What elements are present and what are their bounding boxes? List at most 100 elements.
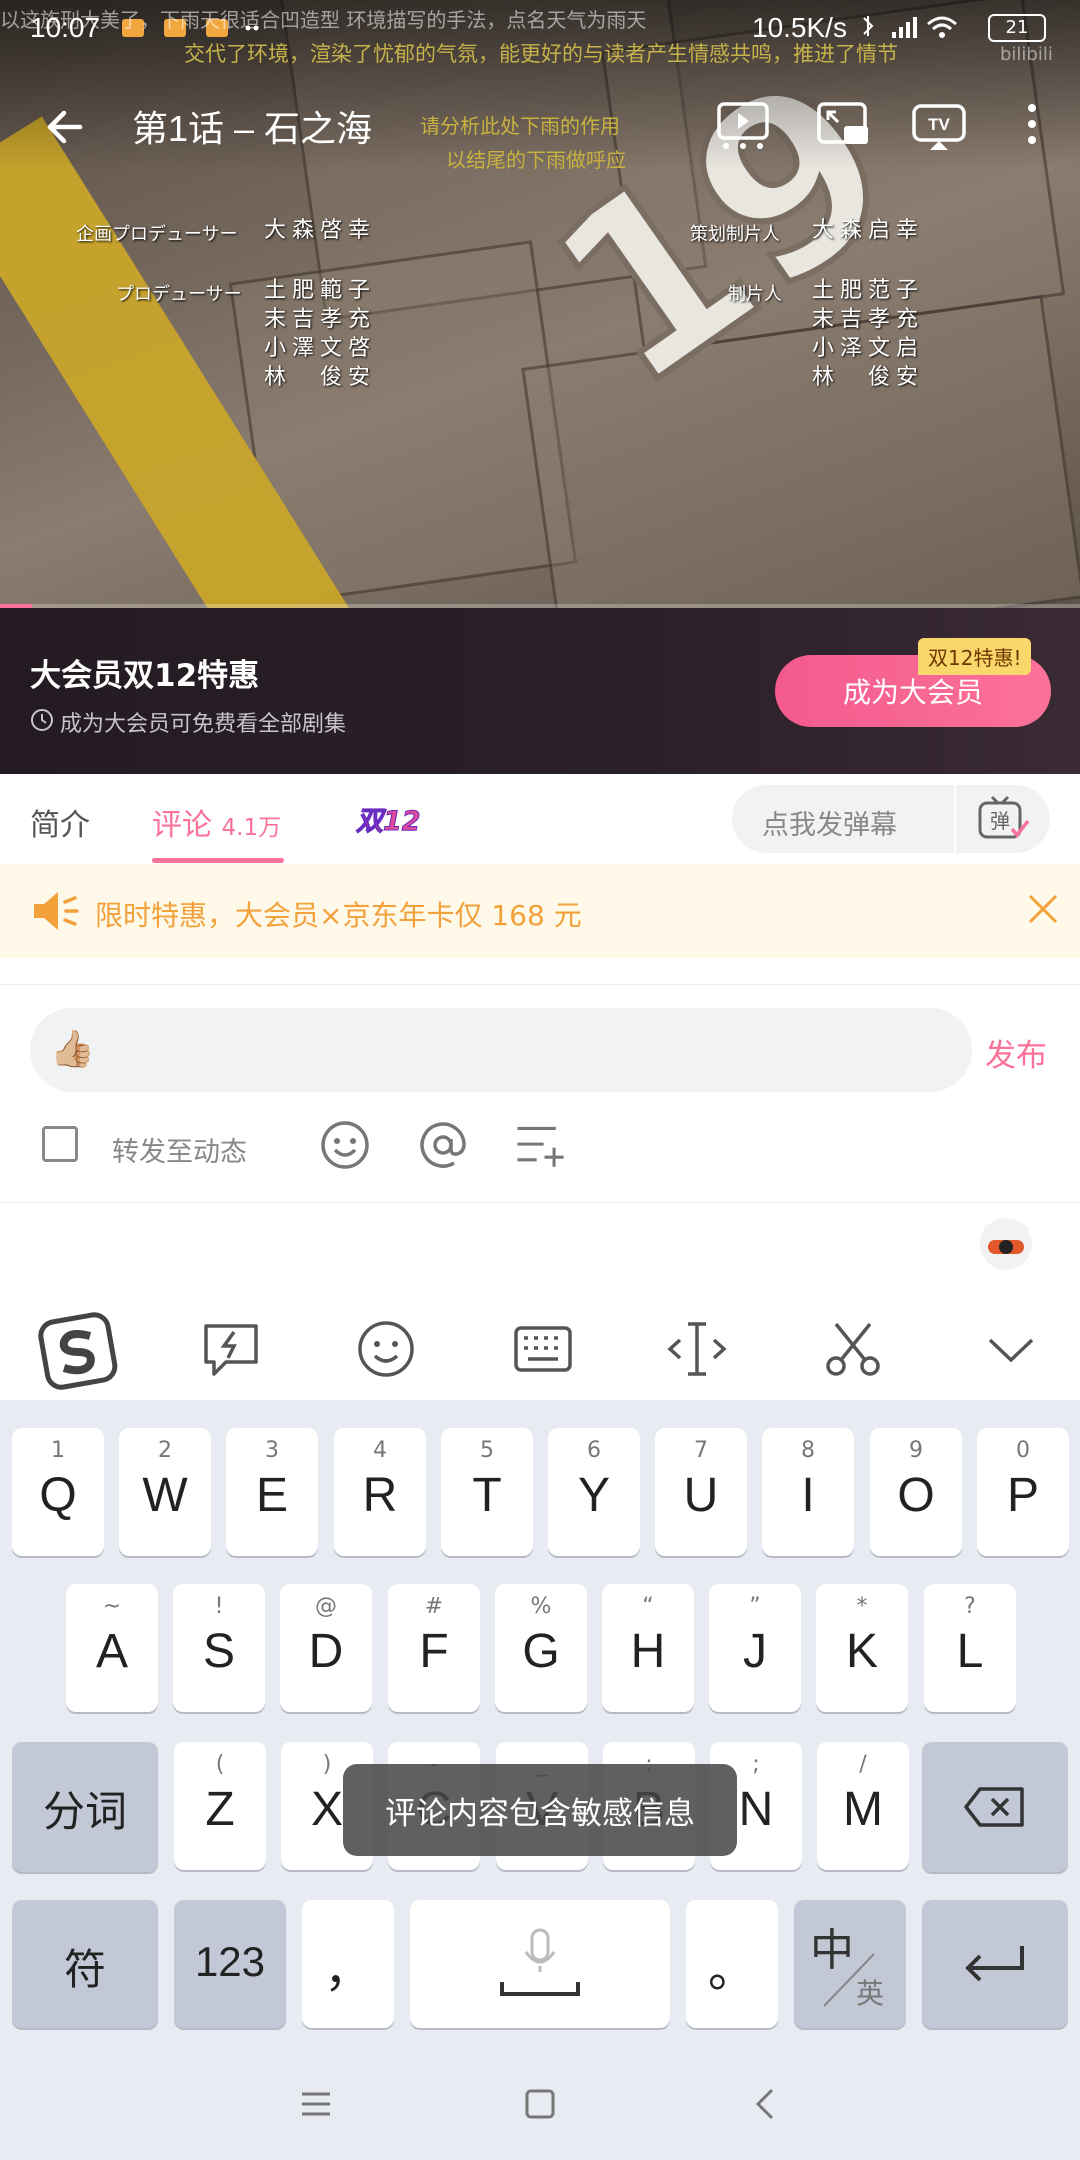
key-secondary-label: 5	[480, 1438, 494, 1463]
key-secondary-label: 2	[158, 1438, 172, 1463]
key-h[interactable]: “H	[602, 1584, 694, 1712]
emoji-icon[interactable]	[318, 1118, 372, 1172]
key-g[interactable]: % G	[495, 1584, 587, 1712]
more-options-icon[interactable]	[1020, 98, 1044, 154]
mascot-icon[interactable]	[976, 1212, 1036, 1274]
video-player[interactable]: 19 10:07 以这族刑大美了，下雨天很适合凹造型 环境描写的手法，点名天气为…	[0, 0, 1080, 608]
comment-count: 4.1万	[221, 815, 282, 841]
key-label: L	[956, 1625, 984, 1678]
key-z[interactable]: (Z	[174, 1742, 266, 1870]
key-r[interactable]: 4R	[334, 1428, 426, 1556]
key-y[interactable]: 6Y	[548, 1428, 640, 1556]
scissors-icon[interactable]	[822, 1318, 884, 1380]
key-secondary-label: @	[315, 1594, 337, 1619]
emoji-keyboard-icon[interactable]	[355, 1318, 417, 1380]
danmaku-comment: 以结尾的下雨做呼应	[446, 148, 626, 172]
key-d[interactable]: @ D	[280, 1584, 372, 1712]
danmaku-comment: 请分析此处下雨的作用	[420, 114, 620, 138]
home-icon[interactable]	[520, 2084, 560, 2124]
key-j[interactable]: ” J	[709, 1584, 801, 1712]
promo-notice[interactable]: 限时特惠，大会员×京东年卡仅 168 元	[0, 864, 1080, 958]
signal-wifi-icons	[863, 16, 957, 38]
tv-cast-icon[interactable]: TV	[910, 96, 968, 154]
quick-phrase-icon[interactable]	[200, 1318, 262, 1380]
symbols-key[interactable]: 符	[12, 1900, 158, 2028]
divider	[0, 1202, 1080, 1203]
key-label: D	[308, 1625, 344, 1678]
key-k[interactable]: * K	[816, 1584, 908, 1712]
key-s[interactable]: ! S	[173, 1584, 265, 1712]
key-o[interactable]: 9O	[870, 1428, 962, 1556]
key-w[interactable]: 2W	[119, 1428, 211, 1556]
space-key[interactable]	[410, 1900, 670, 2028]
close-icon[interactable]	[1024, 890, 1062, 928]
battery-icon: 21	[988, 14, 1046, 42]
key-e[interactable]: 3E	[226, 1428, 318, 1556]
publish-button[interactable]: 发布	[985, 1030, 1047, 1075]
key-m[interactable]: / M	[817, 1742, 909, 1870]
key-label: T	[472, 1469, 502, 1522]
tab-intro[interactable]: 简介	[30, 800, 90, 844]
backspace-key[interactable]	[922, 1742, 1068, 1872]
playlist-icon[interactable]	[714, 96, 772, 154]
language-switch-key[interactable]: 中 英	[794, 1900, 906, 2028]
danmaku-input[interactable]: 点我发弹幕	[762, 803, 897, 842]
credit-role: 策划制片人	[690, 224, 780, 245]
ime-toolbar	[0, 1290, 1080, 1400]
key-label: G	[522, 1625, 560, 1678]
menu-icon[interactable]	[296, 2084, 336, 2124]
key-a[interactable]: ~ A	[66, 1584, 158, 1712]
key-label: J	[743, 1625, 767, 1678]
period-key[interactable]: 。	[686, 1900, 778, 2028]
key-p[interactable]: 0P	[977, 1428, 1069, 1556]
key-q[interactable]: 1Q	[12, 1428, 104, 1556]
send-danmaku-box[interactable]: 点我发弹幕 弹	[732, 785, 1050, 853]
scrolling-danmaku: 以这族刑大美了，下雨天很适合凹造型 环境描写的手法，点名天气为雨天	[0, 8, 647, 32]
forward-checkbox[interactable]	[42, 1126, 78, 1162]
key-label: K	[845, 1625, 878, 1678]
key-secondary-label: 4	[373, 1438, 387, 1463]
key-secondary-label: 9	[909, 1438, 923, 1463]
key-secondary-label: 0	[1016, 1438, 1030, 1463]
key-f[interactable]: # F	[388, 1584, 480, 1712]
key-t[interactable]: 5T	[441, 1428, 533, 1556]
comment-input[interactable]: 👍🏼	[30, 1008, 972, 1092]
keyboard-layout-icon[interactable]	[512, 1318, 574, 1380]
key-label: I	[801, 1469, 815, 1522]
danmaku-toggle-icon[interactable]: 弹	[972, 793, 1032, 845]
cursor-move-icon[interactable]	[666, 1318, 728, 1380]
numbers-key[interactable]: 123	[174, 1900, 286, 2028]
key-secondary-label: *	[856, 1594, 868, 1619]
key-secondary-label: ”	[749, 1594, 761, 1619]
system-nav-bar	[0, 2048, 1080, 2160]
tab-comment[interactable]: 评论 4.1万	[152, 800, 281, 844]
promo-text: 限时特惠，大会员×京东年卡仅 168 元	[95, 899, 582, 932]
key-l[interactable]: ? L	[924, 1584, 1016, 1712]
back-arrow-icon[interactable]	[40, 100, 94, 154]
key-secondary-label: 6	[587, 1438, 601, 1463]
key-label: R	[362, 1469, 398, 1522]
episode-title: 第1话 – 石之海	[132, 108, 373, 149]
key-secondary-label: /	[859, 1752, 867, 1777]
key-i[interactable]: 8I	[762, 1428, 854, 1556]
back-icon[interactable]	[746, 2084, 786, 2124]
clock-icon	[31, 709, 53, 731]
comma-key[interactable]: ，	[302, 1900, 394, 2028]
mention-icon[interactable]	[416, 1118, 470, 1172]
picture-in-picture-icon[interactable]	[814, 96, 872, 154]
chevron-down-icon[interactable]	[980, 1318, 1042, 1380]
key-u[interactable]: 7U	[655, 1428, 747, 1556]
vip-banner: 大会员双12特惠 成为大会员可免费看全部剧集 成为大会员 双12特惠!	[0, 608, 1080, 774]
toast-message: 评论内容包含敏感信息	[343, 1764, 737, 1856]
add-topic-icon[interactable]	[514, 1118, 568, 1172]
enter-key[interactable]	[922, 1900, 1068, 2028]
key-label: Z	[205, 1783, 235, 1836]
segment-key[interactable]: 分词	[12, 1742, 158, 1872]
credit-names: 土肥範子 末吉孝充 小澤文啓 林 俊安	[264, 278, 377, 390]
credit-role: 企画プロデューサー	[76, 224, 238, 245]
key-label: S	[202, 1625, 235, 1678]
tab-event-double12[interactable]: 双12	[356, 799, 422, 838]
symbols-key-label: 符	[63, 1946, 106, 1993]
segment-key-label: 分词	[42, 1788, 127, 1835]
sogou-logo-icon[interactable]	[38, 1312, 118, 1392]
